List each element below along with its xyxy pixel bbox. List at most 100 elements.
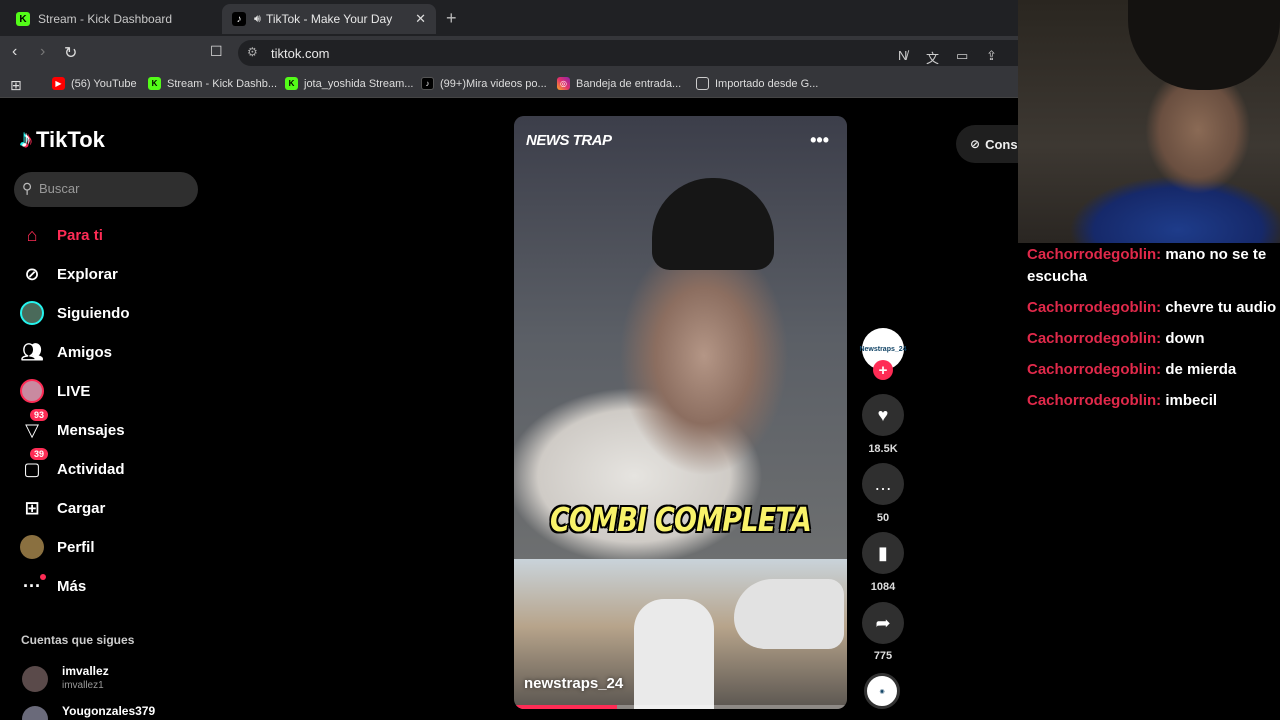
chat-text: chevre tu audio xyxy=(1165,299,1277,316)
following-avatar-icon xyxy=(18,299,46,327)
bookmark-label: (99+)Mira videos po... xyxy=(440,77,547,90)
profile-icon xyxy=(18,533,46,561)
following-header: Cuentas que sigues xyxy=(21,633,135,647)
address-bar[interactable]: ⚙ tiktok.com N̸ 文 ▭ ⇪ ◈ ▲ xyxy=(238,40,1072,66)
share-icon[interactable]: ⇪ xyxy=(986,48,997,64)
bookmark-folder-imported[interactable]: Importado desde G... xyxy=(696,77,818,90)
video-subject xyxy=(652,178,774,270)
upload-icon: ⊞ xyxy=(24,497,40,518)
tab-kick-dashboard[interactable]: K Stream - Kick Dashboard xyxy=(6,4,220,34)
nav-label: Para ti xyxy=(57,226,103,244)
like-button[interactable]: ♥ xyxy=(862,394,904,436)
comment-button[interactable]: … xyxy=(862,463,904,505)
bookmark-inbox[interactable]: ◎ Bandeja de entrada... xyxy=(557,77,681,90)
reload-icon[interactable]: ↻ xyxy=(64,43,77,63)
music-disc[interactable]: ◉ xyxy=(864,673,900,709)
no-tracking-icon[interactable]: N̸ xyxy=(898,48,907,63)
tab-title: TikTok - Make Your Day xyxy=(265,12,393,26)
nav-actividad[interactable]: ▢ 39 Actividad xyxy=(18,448,125,484)
following-account[interactable]: Yougonzales379 xyxy=(22,704,155,720)
chat-username: Cachorrodegoblin: xyxy=(1027,299,1162,316)
cast-icon[interactable]: ▭ xyxy=(956,48,968,64)
nav-para-ti[interactable]: ⌂ Para ti xyxy=(18,220,103,250)
chat-username: Cachorrodegoblin: xyxy=(1027,246,1162,263)
home-icon: ⌂ xyxy=(26,224,38,245)
translate-icon[interactable]: 文 xyxy=(926,48,939,67)
tab-tiktok[interactable]: ♪ 🔊︎ TikTok - Make Your Day ✕ xyxy=(222,4,436,34)
nav-label: LIVE xyxy=(57,382,91,400)
messages-icon: ▽ 93 xyxy=(18,409,49,444)
close-icon[interactable]: ✕ xyxy=(415,11,426,27)
folder-icon xyxy=(696,77,709,90)
account-handle: imvallez1 xyxy=(62,680,104,691)
app-icon: ⊘ xyxy=(970,137,981,151)
nav-amigos[interactable]: 👥︎ Amigos xyxy=(18,337,112,367)
nav-mensajes[interactable]: ▽ 93 Mensajes xyxy=(18,409,125,445)
helicopter-image xyxy=(734,579,844,649)
bookmark-label: Bandeja de entrada... xyxy=(576,77,682,90)
video-progress-bar[interactable] xyxy=(514,705,847,709)
tiktok-logo[interactable]: ♪ TikTok xyxy=(20,126,105,154)
search-icon: ⚲ xyxy=(22,180,33,196)
bookmark-label: jota_yoshida Stream... xyxy=(304,77,414,90)
nav-explorar[interactable]: ⊘ Explorar xyxy=(18,259,117,289)
video-progress-fill xyxy=(514,705,618,709)
save-button[interactable]: ▮ xyxy=(862,532,904,574)
search-placeholder: Buscar xyxy=(39,181,80,196)
chat-message: Cachorrodegoblin: de mierda xyxy=(1027,359,1277,381)
apps-grid-icon[interactable]: ⊞ xyxy=(10,77,22,94)
instagram-icon: ◎ xyxy=(557,77,570,90)
nav-cargar[interactable]: ⊞ Cargar xyxy=(18,493,105,523)
comment-icon: … xyxy=(874,473,892,494)
follow-plus-button[interactable]: + xyxy=(873,360,893,380)
video-caption: COMBI COMPLETA xyxy=(549,500,812,539)
bookmark-kick-dashboard[interactable]: K Stream - Kick Dashb... xyxy=(148,77,277,90)
nav-label: Mensajes xyxy=(57,421,125,439)
music-disc-icon: ◉ xyxy=(879,688,885,695)
share-count: 775 xyxy=(873,650,893,662)
comment-count: 50 xyxy=(876,512,890,524)
activity-icon: ▢ 39 xyxy=(18,448,49,483)
webcam-overlay xyxy=(1018,0,1280,243)
following-account[interactable]: imvallez imvallez1 xyxy=(22,664,109,692)
video-subject-secondary xyxy=(634,599,714,709)
account-name: imvallez xyxy=(62,664,109,678)
bookmark-youtube[interactable]: ▶ (56) YouTube xyxy=(52,77,137,90)
account-name: Yougonzales379 xyxy=(62,704,156,718)
like-count: 18.5K xyxy=(868,443,898,455)
friends-icon: 👥︎ xyxy=(20,341,44,362)
nav-perfil[interactable]: Perfil xyxy=(18,532,95,562)
bookmark-jota-stream[interactable]: K jota_yoshida Stream... xyxy=(285,77,413,90)
notification-dot xyxy=(40,574,46,580)
back-icon[interactable]: ‹ xyxy=(12,43,17,61)
chat-message: Cachorrodegoblin: imbecil xyxy=(1027,390,1277,412)
site-info-icon[interactable]: ⚙ xyxy=(247,45,258,59)
activity-badge: 39 xyxy=(30,448,49,460)
kick-icon: K xyxy=(285,77,298,90)
bookmark-tiktok[interactable]: ♪ (99+)Mira videos po... xyxy=(421,77,547,90)
video-player[interactable]: NEWS TRAP ••• COMBI COMPLETA newstraps_2… xyxy=(514,116,847,709)
nav-label: Perfil xyxy=(57,538,95,556)
nav-mas[interactable]: ··· Más xyxy=(18,571,86,601)
nav-label: Amigos xyxy=(57,343,113,361)
bookmark-icon[interactable]: ☐ xyxy=(210,43,223,60)
new-tab-button[interactable]: + xyxy=(446,8,457,29)
tab-title: Stream - Kick Dashboard xyxy=(38,12,173,26)
avatar xyxy=(22,666,48,692)
nav-live[interactable]: LIVE xyxy=(18,376,90,406)
nav-siguiendo[interactable]: Siguiendo xyxy=(18,298,130,328)
more-options-icon[interactable]: ••• xyxy=(810,130,829,151)
share-button[interactable]: ➦ xyxy=(862,602,904,644)
nav-label: Actividad xyxy=(57,460,125,478)
share-arrow-icon: ➦ xyxy=(875,612,891,633)
logo-text: TikTok xyxy=(36,127,105,152)
stream-chat: Cachorrodegoblin: mano no se te escucha … xyxy=(1027,244,1277,421)
forward-icon[interactable]: › xyxy=(40,43,45,61)
bookmark-icon: ▮ xyxy=(878,542,888,563)
video-username[interactable]: newstraps_24 xyxy=(524,675,623,692)
bookmark-label: (56) YouTube xyxy=(71,77,137,90)
tiktok-icon: ♪ xyxy=(20,126,32,153)
nav-label: Cargar xyxy=(57,499,106,517)
kick-icon: K xyxy=(16,12,30,26)
search-input[interactable]: ⚲ Buscar xyxy=(14,172,198,207)
